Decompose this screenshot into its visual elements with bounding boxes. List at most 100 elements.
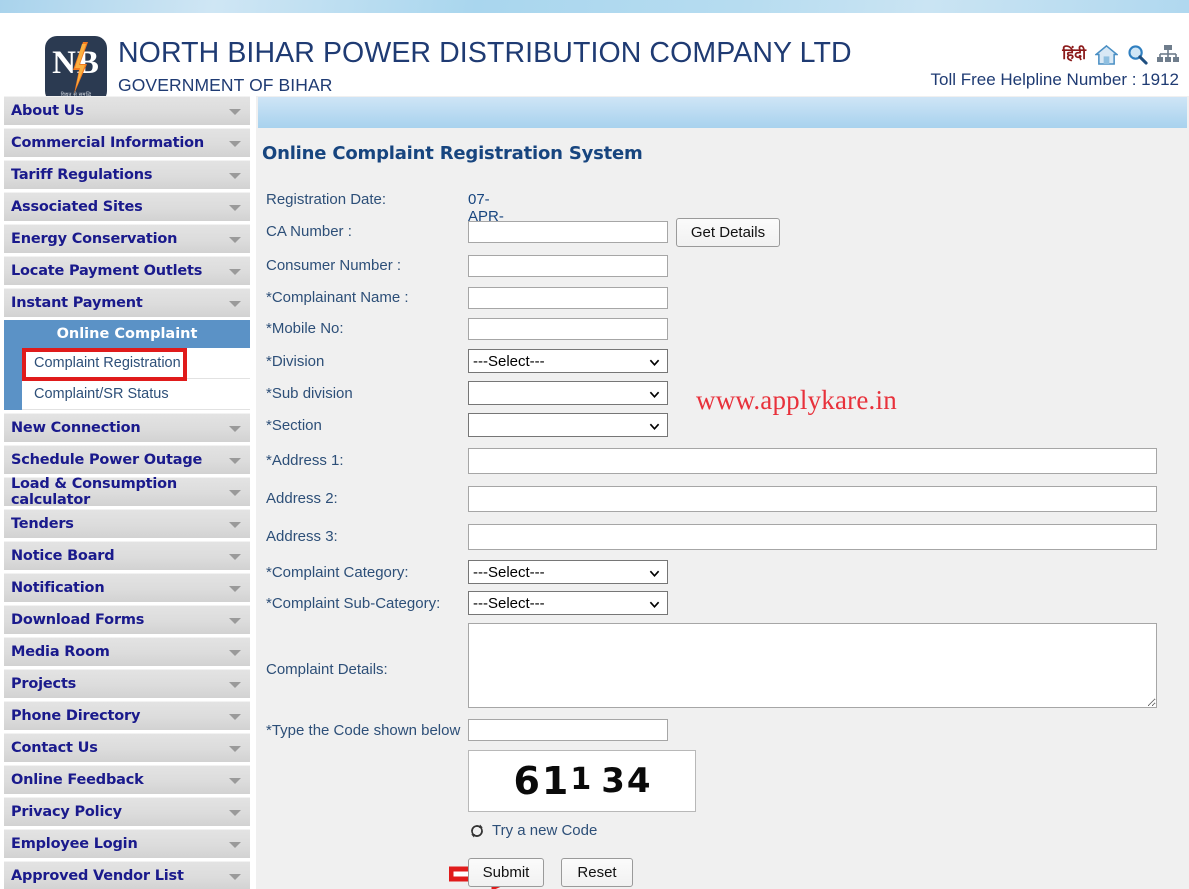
captcha-digit: 3 [601,761,625,801]
captcha-digit: 6 [513,759,540,803]
sidebar-subitem-label: Complaint Registration [34,355,181,371]
submit-button[interactable]: Submit [468,858,544,887]
chevron-down-icon [229,458,241,464]
search-icon[interactable] [1127,44,1148,65]
chevron-down-icon [229,173,241,179]
captcha-digit: 4 [626,761,651,801]
chevron-down-icon [229,522,241,528]
sidebar-item-phone-directory[interactable]: Phone Directory [4,701,250,730]
sidebar-item-notification[interactable]: Notification [4,573,250,602]
main-content: Online Complaint Registration System www… [256,96,1189,889]
captcha-digit: 1 [541,759,569,803]
chevron-down-icon [229,269,241,275]
sidebar-item-approved-vendor-list[interactable]: Approved Vendor List [4,861,250,889]
sidebar-item-label: Schedule Power Outage [11,452,203,468]
sidebar-item-label: Notice Board [11,548,115,564]
sidebar-navigation: About Us Commercial Information Tariff R… [0,96,254,889]
complaint-sub-category-select[interactable]: ---Select--- [468,591,668,615]
chevron-down-icon [229,586,241,592]
mobile-no-input[interactable] [468,318,668,340]
consumer-number-input[interactable] [468,255,668,277]
company-logo: NB विद्युत से समृद्धि [45,36,107,103]
address-3-label: Address 3: [266,528,338,545]
complaint-category-select[interactable]: ---Select--- [468,560,668,584]
sidebar-item-tenders[interactable]: Tenders [4,509,250,538]
complainant-name-input[interactable] [468,287,668,309]
sidebar-item-new-connection[interactable]: New Connection [4,413,250,442]
sidebar-item-load-consumption-calculator[interactable]: Load & Consumption calculator [4,476,250,508]
ca-number-input[interactable] [468,221,668,243]
chevron-down-icon [649,359,660,367]
sidebar-item-label: Tariff Regulations [11,167,153,183]
sidebar-item-notice-board[interactable]: Notice Board [4,541,250,570]
sub-division-select[interactable] [468,381,668,405]
address-1-input[interactable] [468,448,1157,474]
section-select[interactable] [468,413,668,437]
sub-division-label: *Sub division [266,385,353,402]
sidebar-item-label: Privacy Policy [11,804,122,820]
sidebar-item-energy-conservation[interactable]: Energy Conservation [4,224,250,253]
sidebar-item-instant-payment[interactable]: Instant Payment [4,288,250,317]
registration-date-label: Registration Date: [266,191,387,208]
reset-button[interactable]: Reset [561,858,633,887]
home-icon[interactable] [1093,44,1120,65]
hindi-language-link[interactable]: हिंदी [1062,44,1086,64]
sidebar-item-employee-login[interactable]: Employee Login [4,829,250,858]
address-2-label: Address 2: [266,490,338,507]
sitemap-icon[interactable] [1157,44,1179,64]
complaint-sub-category-label: *Complaint Sub-Category: [266,595,441,612]
captcha-input[interactable] [468,719,668,741]
organization-title: NORTH BIHAR POWER DISTRIBUTION COMPANY L… [118,37,852,69]
captcha-label: *Type the Code shown below [266,722,461,739]
sidebar-item-label: Associated Sites [11,199,143,215]
address-3-input[interactable] [468,524,1157,550]
sidebar-item-media-room[interactable]: Media Room [4,637,250,666]
mobile-no-label: *Mobile No: [266,320,344,337]
sidebar-item-label: Employee Login [11,836,138,852]
sidebar-item-label: About Us [11,103,84,119]
chevron-down-icon [649,423,660,431]
chevron-down-icon [649,570,660,578]
sidebar-item-online-feedback[interactable]: Online Feedback [4,765,250,794]
sidebar-item-tariff-regulations[interactable]: Tariff Regulations [4,160,250,189]
chevron-down-icon [229,618,241,624]
consumer-number-label: Consumer Number : [266,257,402,274]
sidebar-item-schedule-power-outage[interactable]: Schedule Power Outage [4,445,250,474]
sidebar-item-projects[interactable]: Projects [4,669,250,698]
captcha-digit: 1 [570,761,592,797]
sidebar-item-label: Load & Consumption calculator [11,476,178,508]
sidebar-item-complaint-sr-status[interactable]: Complaint/SR Status [22,379,250,410]
division-selected-value: ---Select--- [473,352,545,370]
sidebar-item-privacy-policy[interactable]: Privacy Policy [4,797,250,826]
chevron-down-icon [229,141,241,147]
chevron-down-icon [229,778,241,784]
chevron-down-icon [229,237,241,243]
chevron-down-icon [229,426,241,432]
sidebar-item-complaint-registration[interactable]: Complaint Registration [22,348,250,379]
complaint-details-textarea[interactable] [468,623,1157,708]
sidebar-item-associated-sites[interactable]: Associated Sites [4,192,250,221]
get-details-button[interactable]: Get Details [676,218,780,247]
organization-subtitle: GOVERNMENT OF BIHAR [118,75,333,95]
chevron-down-icon [649,601,660,609]
sidebar-item-download-forms[interactable]: Download Forms [4,605,250,634]
sidebar-group-header[interactable]: Online Complaint [4,320,250,348]
try-new-code-link[interactable]: Try a new Code [469,822,597,839]
chevron-down-icon [229,554,241,560]
sidebar-group-online-complaint: Online Complaint Complaint Registration … [4,320,250,410]
division-select[interactable]: ---Select--- [468,349,668,373]
helpline-text: Toll Free Helpline Number : 1912 [930,70,1179,89]
sidebar-item-label: Locate Payment Outlets [11,263,203,279]
header-utility-area: हिंदी Toll Free Helpline Number: 1912 [930,41,1179,90]
content-top-bar [258,97,1187,128]
sidebar-item-locate-payment-outlets[interactable]: Locate Payment Outlets [4,256,250,285]
sidebar-item-commercial-information[interactable]: Commercial Information [4,128,250,157]
sidebar-item-label: Instant Payment [11,295,143,311]
chevron-down-icon [229,810,241,816]
complainant-name-label: *Complainant Name : [266,289,409,306]
sidebar-item-about-us[interactable]: About Us [4,96,250,125]
chevron-down-icon [229,746,241,752]
address-2-input[interactable] [468,486,1157,512]
sidebar-item-contact-us[interactable]: Contact Us [4,733,250,762]
sidebar-item-label: Projects [11,676,77,692]
